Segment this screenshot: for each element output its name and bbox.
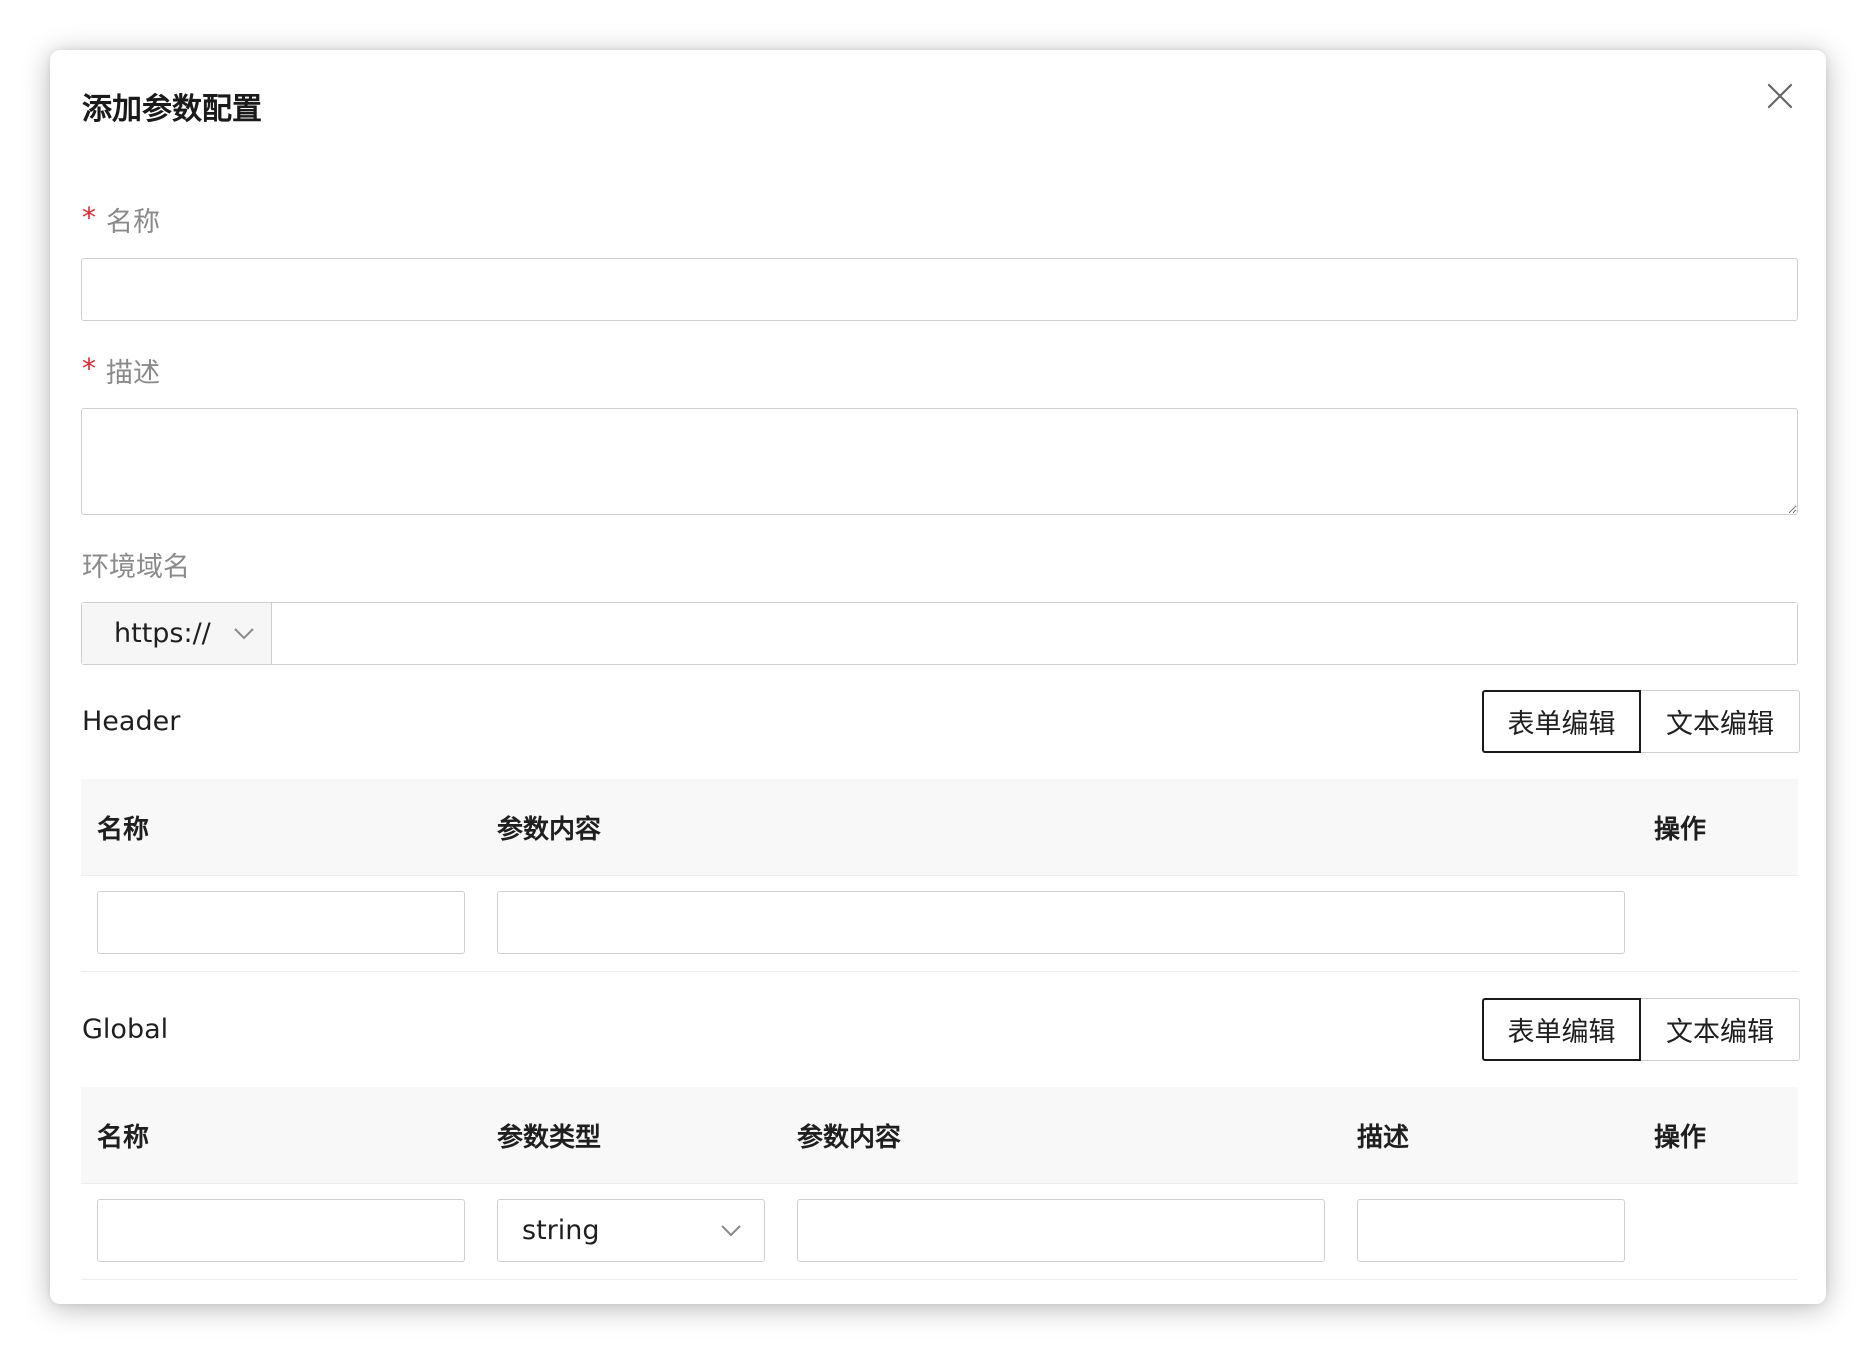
global-col-type: 参数类型: [497, 1122, 602, 1153]
header-row-name-input[interactable]: [97, 891, 465, 954]
global-row-description-input[interactable]: [1357, 1199, 1625, 1262]
chevron-down-icon: [233, 627, 255, 641]
domain-label: 环境域名: [82, 545, 190, 584]
global-table-head: 名称 参数类型 参数内容 描述 操作: [81, 1087, 1798, 1184]
header-col-content: 参数内容: [497, 814, 602, 845]
required-mark: *: [82, 201, 96, 234]
add-parameter-config-dialog: 添加参数配置 * 名称 * 描述 环境域名 https:// Header 表单…: [50, 50, 1826, 1304]
name-label: * 名称: [82, 200, 160, 239]
row-divider: [81, 971, 1798, 972]
global-form-edit-button[interactable]: 表单编辑: [1482, 998, 1641, 1061]
header-text-edit-button[interactable]: 文本编辑: [1641, 690, 1800, 753]
name-label-text: 名称: [106, 207, 160, 238]
description-label: * 描述: [82, 351, 160, 390]
global-row-name-input[interactable]: [97, 1199, 465, 1262]
global-row-type-select[interactable]: string: [497, 1199, 765, 1262]
global-col-content: 参数内容: [797, 1122, 902, 1153]
row-divider: [81, 1279, 1798, 1280]
domain-input-group: https://: [81, 602, 1798, 665]
header-section-title: Header: [82, 706, 181, 737]
dialog-title: 添加参数配置: [82, 92, 262, 127]
global-col-description: 描述: [1357, 1122, 1410, 1153]
header-table-head: 名称 参数内容 操作: [81, 779, 1798, 876]
global-section-title: Global: [82, 1014, 169, 1045]
header-row-content-input[interactable]: [497, 891, 1625, 954]
global-row-type-value: string: [522, 1215, 600, 1246]
name-input[interactable]: [81, 258, 1798, 321]
protocol-select[interactable]: https://: [82, 603, 272, 664]
close-button[interactable]: [1760, 76, 1800, 116]
domain-label-text: 环境域名: [82, 552, 190, 583]
protocol-value: https://: [114, 618, 211, 649]
header-col-action: 操作: [1654, 814, 1707, 845]
global-col-action: 操作: [1654, 1122, 1707, 1153]
global-text-edit-button[interactable]: 文本编辑: [1641, 998, 1800, 1061]
header-form-edit-button[interactable]: 表单编辑: [1482, 690, 1641, 753]
close-icon: [1767, 83, 1793, 109]
chevron-down-icon: [720, 1224, 742, 1238]
header-edit-mode-toggle: 表单编辑 文本编辑: [1482, 690, 1800, 753]
global-edit-mode-toggle: 表单编辑 文本编辑: [1482, 998, 1800, 1061]
global-row-content-input[interactable]: [797, 1199, 1325, 1262]
header-col-name: 名称: [97, 814, 150, 845]
description-label-text: 描述: [106, 358, 160, 389]
domain-input[interactable]: [272, 603, 1797, 664]
description-textarea[interactable]: [81, 408, 1798, 515]
global-col-name: 名称: [97, 1122, 150, 1153]
required-mark: *: [82, 352, 96, 385]
